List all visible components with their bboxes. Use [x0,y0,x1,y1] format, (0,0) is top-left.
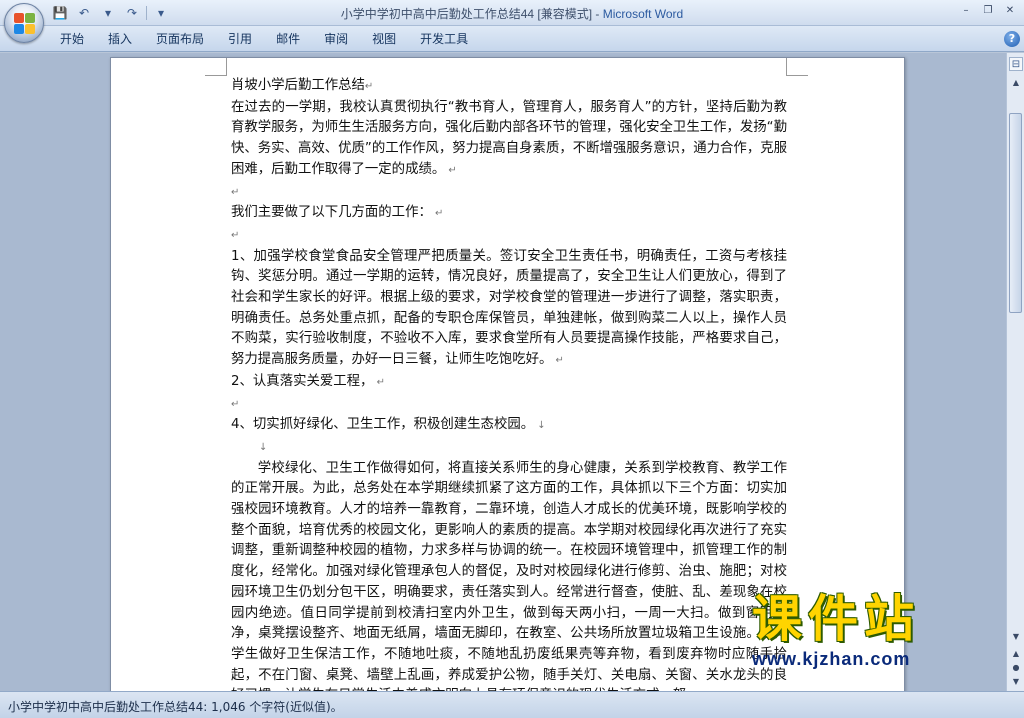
paragraph-mark-icon: ↵ [552,355,564,367]
next-page-icon[interactable]: ▼ [1008,675,1024,689]
doc-item-4: 4、切实抓好绿化、卫生工作，积极创建生态校园。 [231,417,535,433]
paragraph-mark-icon: ↵ [231,229,240,241]
ribbon: 开始 插入 页面布局 引用 邮件 审阅 视图 开发工具 ? [0,26,1024,52]
close-icon[interactable]: ✕ [1000,2,1020,18]
document-body[interactable]: 肖坡小学后勤工作总结↵ 在过去的一学期，我校认真贯彻执行“教书育人，管理育人，服… [231,76,787,691]
crop-mark-top-right [786,58,808,76]
paragraph-mark-icon: ↵ [364,81,374,92]
window-title-doc: 小学中学初中高中后勤处工作总结44 [兼容模式] - [340,7,603,21]
paragraph-mark-icon: ↵ [445,164,457,176]
paragraph-mark-icon: ↵ [231,398,240,410]
doc-title: 肖坡小学后勤工作总结 [231,78,365,93]
tab-home[interactable]: 开始 [48,26,96,52]
document-workspace: 肖坡小学后勤工作总结↵ 在过去的一学期，我校认真贯彻执行“教书育人，管理育人，服… [0,53,1006,691]
doc-paragraph-green: 学校绿化、卫生工作做得如何，将直接关系师生的身心健康，关系到学校教育、教学工作的… [231,460,787,691]
vertical-scrollbar[interactable]: ⊟ ▲ ▼ ▲ ● ▼ [1006,53,1024,691]
paragraph-mark-icon: ↵ [373,376,385,388]
doc-item-1: 1、加强学校食堂食品安全管理严把质量关。签订安全卫生责任书，明确责任，工资与考核… [231,248,787,368]
doc-intro: 我们主要做了以下几方面的工作： [231,205,432,221]
window-controls: – ❐ ✕ [956,2,1020,18]
status-text: 小学中学初中高中后勤处工作总结44: 1,046 个字符(近似值)。 [8,700,343,714]
help-icon[interactable]: ? [1004,31,1020,47]
tab-developer[interactable]: 开发工具 [408,26,480,52]
tab-references[interactable]: 引用 [216,26,264,52]
tab-insert[interactable]: 插入 [96,26,144,52]
tab-view[interactable]: 视图 [360,26,408,52]
tab-mailings[interactable]: 邮件 [264,26,312,52]
line-break-icon: ↓ [259,441,268,453]
tab-page-layout[interactable]: 页面布局 [144,26,216,52]
select-browse-object-icon[interactable]: ● [1008,661,1024,675]
paragraph-mark-icon: ↵ [431,208,444,220]
status-bar: 小学中学初中高中后勤处工作总结44: 1,046 个字符(近似值)。 [0,691,1024,718]
minimize-icon[interactable]: – [956,2,976,18]
scroll-thumb[interactable] [1009,113,1022,313]
line-break-icon: ↓ [534,420,546,432]
window-title-app: Microsoft Word [602,7,684,21]
office-logo-icon [14,13,36,35]
paragraph-mark-icon: ↵ [231,186,240,198]
window-title: 小学中学初中高中后勤处工作总结44 [兼容模式] - Microsoft Wor… [0,5,1024,22]
document-page[interactable]: 肖坡小学后勤工作总结↵ 在过去的一学期，我校认真贯彻执行“教书育人，管理育人，服… [110,57,905,691]
title-bar: 💾 ↶ ▾ ↷ ▾ 小学中学初中高中后勤处工作总结44 [兼容模式] - Mic… [0,0,1024,26]
crop-mark-top-left [205,58,227,76]
doc-paragraph-1: 在过去的一学期，我校认真贯彻执行“教书育人，管理育人，服务育人”的方针，坚持后勤… [231,99,787,177]
scroll-down-icon[interactable]: ▼ [1008,629,1024,645]
scroll-up-icon[interactable]: ▲ [1008,75,1024,91]
restore-icon[interactable]: ❐ [978,2,998,18]
ribbon-tabs: 开始 插入 页面布局 引用 邮件 审阅 视图 开发工具 [48,26,480,52]
office-button[interactable] [4,3,44,43]
view-ruler-icon[interactable]: ⊟ [1009,57,1023,71]
previous-page-icon[interactable]: ▲ [1008,647,1024,661]
doc-item-2: 2、认真落实关爱工程， [231,373,374,389]
tab-review[interactable]: 审阅 [312,26,360,52]
